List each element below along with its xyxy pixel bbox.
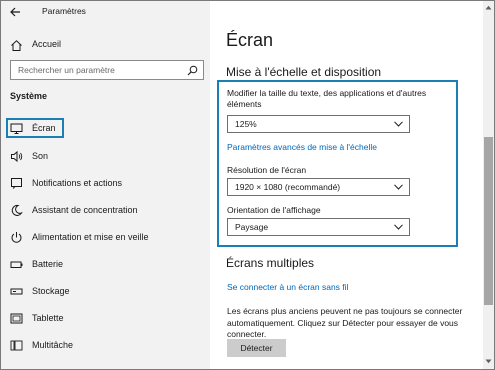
- moon-icon: [11, 204, 23, 216]
- scroll-up-arrow-icon[interactable]: [485, 5, 492, 10]
- power-icon: [11, 232, 22, 243]
- scale-layout-heading: Mise à l'échelle et disposition: [226, 65, 382, 79]
- sidebar-item-storage[interactable]: Stockage: [1, 281, 210, 303]
- sidebar-item-battery[interactable]: Batterie: [1, 254, 210, 276]
- chevron-down-icon: [394, 224, 403, 230]
- sidebar-item-power[interactable]: Alimentation et mise en veille: [1, 227, 210, 249]
- multitask-icon: [10, 340, 23, 351]
- sidebar-item-label: Tablette: [32, 313, 64, 323]
- sidebar-item-son[interactable]: Son: [1, 146, 210, 168]
- sidebar-section-heading: Système: [10, 91, 48, 101]
- sidebar-item-label: Son: [32, 151, 49, 161]
- resolution-dropdown[interactable]: 1920 × 1080 (recommandé): [227, 178, 410, 196]
- sidebar-item-notifications[interactable]: Notifications et actions: [1, 173, 210, 195]
- title-bar: Paramètres: [1, 1, 210, 23]
- speaker-icon: [11, 150, 23, 163]
- sidebar-item-label: Alimentation et mise en veille: [32, 232, 149, 242]
- sidebar-item-label: Assistant de concentration: [32, 205, 138, 215]
- page-title: Écran: [226, 30, 274, 50]
- orientation-label: Orientation de l'affichage: [227, 205, 321, 215]
- resolution-value: 1920 × 1080 (recommandé): [235, 182, 341, 192]
- search-box[interactable]: [10, 60, 204, 80]
- sidebar-item-label: Multitâche: [32, 340, 74, 350]
- text-size-value: 125%: [235, 119, 257, 129]
- scroll-down-arrow-icon[interactable]: [485, 359, 492, 364]
- main-content: Écran Mise à l'échelle et disposition Mo…: [210, 1, 483, 369]
- home-icon: [11, 40, 22, 51]
- advanced-scaling-link[interactable]: Paramètres avancés de mise à l'échelle: [227, 142, 377, 152]
- resolution-label: Résolution de l'écran: [227, 165, 307, 175]
- search-icon[interactable]: [187, 65, 198, 76]
- back-arrow-icon[interactable]: [7, 4, 23, 20]
- notifications-icon: [11, 178, 22, 189]
- scrollbar-thumb[interactable]: [484, 137, 493, 305]
- sidebar-item-label: Accueil: [32, 39, 62, 49]
- window-title: Paramètres: [42, 6, 86, 16]
- detect-description: Les écrans plus anciens peuvent ne pas t…: [227, 306, 463, 339]
- selection-highlight: [6, 118, 64, 138]
- battery-icon: [10, 261, 23, 268]
- sidebar-item-home[interactable]: Accueil: [1, 35, 210, 55]
- chevron-down-icon: [394, 121, 403, 127]
- multiple-displays-heading: Écrans multiples: [226, 256, 315, 270]
- sidebar: Paramètres Accueil Système Écran Son: [1, 1, 210, 369]
- sidebar-item-focus-assist[interactable]: Assistant de concentration: [1, 200, 210, 222]
- wireless-display-link[interactable]: Se connecter à un écran sans fil: [227, 282, 348, 292]
- sidebar-item-multitasking[interactable]: Multitâche: [1, 335, 210, 357]
- storage-icon: [10, 288, 23, 295]
- tablet-icon: [10, 313, 23, 324]
- vertical-scrollbar[interactable]: [483, 1, 494, 369]
- sidebar-item-label: Batterie: [32, 259, 64, 269]
- orientation-dropdown[interactable]: Paysage: [227, 218, 410, 236]
- chevron-down-icon: [394, 184, 403, 190]
- sidebar-item-tablet[interactable]: Tablette: [1, 308, 210, 330]
- text-size-label: Modifier la taille du texte, des applica…: [227, 88, 427, 109]
- text-size-dropdown[interactable]: 125%: [227, 115, 410, 133]
- sidebar-item-label: Stockage: [32, 286, 70, 296]
- sidebar-item-label: Notifications et actions: [32, 178, 123, 188]
- search-input[interactable]: [11, 61, 179, 79]
- orientation-value: Paysage: [235, 222, 269, 232]
- detect-button[interactable]: Détecter: [227, 339, 286, 357]
